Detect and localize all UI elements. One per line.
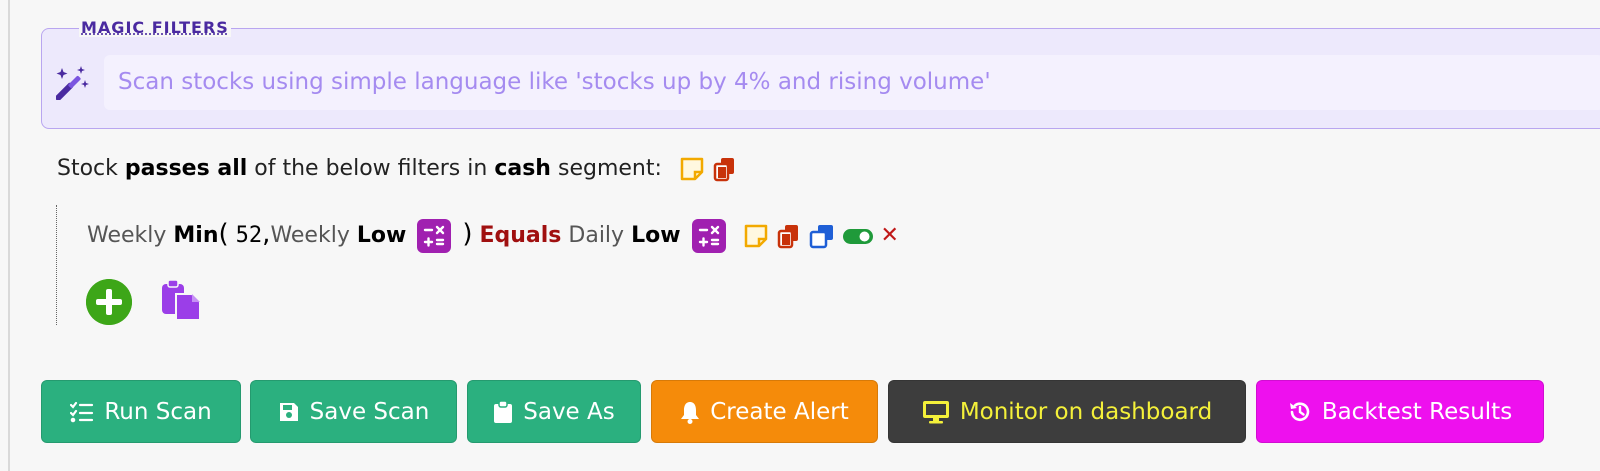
floppy-disk-icon	[279, 402, 298, 421]
remove-filter-icon[interactable]: ✕	[881, 223, 899, 248]
backtest-results-button[interactable]: Backtest Results	[1256, 380, 1544, 443]
open-paren: (	[218, 219, 229, 249]
save-as-button[interactable]: Save As	[467, 380, 641, 443]
add-filter-icon[interactable]	[86, 279, 132, 325]
note-icon[interactable]	[679, 156, 705, 182]
segment-suffix: segment:	[557, 156, 662, 181]
monitor-icon	[922, 400, 949, 423]
monitor-dashboard-button[interactable]: Monitor on dashboard	[888, 380, 1246, 443]
monitor-dashboard-label: Monitor on dashboard	[959, 398, 1213, 425]
rhs-timeframe[interactable]: Daily	[568, 223, 624, 248]
left-border	[8, 0, 10, 471]
arg-field[interactable]: Low	[357, 223, 406, 248]
create-alert-button[interactable]: Create Alert	[651, 380, 878, 443]
segment-selector[interactable]: cash	[494, 156, 551, 181]
save-as-label: Save As	[523, 398, 615, 425]
copy-group-icon[interactable]	[712, 156, 738, 182]
match-mode-selector[interactable]: passes all	[125, 156, 247, 181]
paste-icon[interactable]	[160, 280, 202, 322]
calculator-icon[interactable]	[417, 219, 452, 253]
create-alert-label: Create Alert	[710, 398, 849, 425]
duplicate-icon[interactable]	[809, 223, 835, 249]
arg-timeframe[interactable]: Weekly	[270, 223, 349, 248]
lhs-function[interactable]: Min	[173, 223, 218, 248]
operator-selector[interactable]: Equals	[479, 223, 561, 248]
copy-icon[interactable]	[776, 223, 802, 249]
lhs-timeframe[interactable]: Weekly	[87, 223, 166, 248]
run-scan-label: Run Scan	[104, 398, 212, 425]
history-icon	[1289, 401, 1310, 421]
close-paren: )	[462, 219, 473, 249]
magic-filters-title: MAGIC FILTERS	[79, 18, 231, 37]
arg-number[interactable]: 52	[236, 223, 263, 248]
segment-middle-text: of the below filters in	[254, 156, 488, 181]
note-icon[interactable]	[743, 223, 769, 249]
filter-group-guide	[56, 205, 59, 325]
run-scan-button[interactable]: Run Scan	[41, 380, 241, 443]
segment-summary: Stock passes all of the below filters in…	[57, 156, 738, 182]
calculator-icon[interactable]	[691, 219, 726, 253]
magic-wand-icon	[56, 66, 89, 100]
filter-row: Weekly Min( 52,Weekly Low ) Equals Daily…	[87, 219, 899, 253]
save-scan-button[interactable]: Save Scan	[250, 380, 457, 443]
clipboard-icon	[494, 399, 513, 423]
save-scan-label: Save Scan	[309, 398, 430, 425]
rhs-field[interactable]: Low	[631, 223, 680, 248]
backtest-results-label: Backtest Results	[1321, 398, 1513, 425]
magic-filters-input[interactable]	[104, 55, 1600, 110]
segment-prefix: Stock	[57, 156, 118, 181]
list-check-icon	[70, 401, 94, 422]
bell-icon	[681, 401, 700, 424]
toggle-on-icon[interactable]	[842, 223, 874, 249]
